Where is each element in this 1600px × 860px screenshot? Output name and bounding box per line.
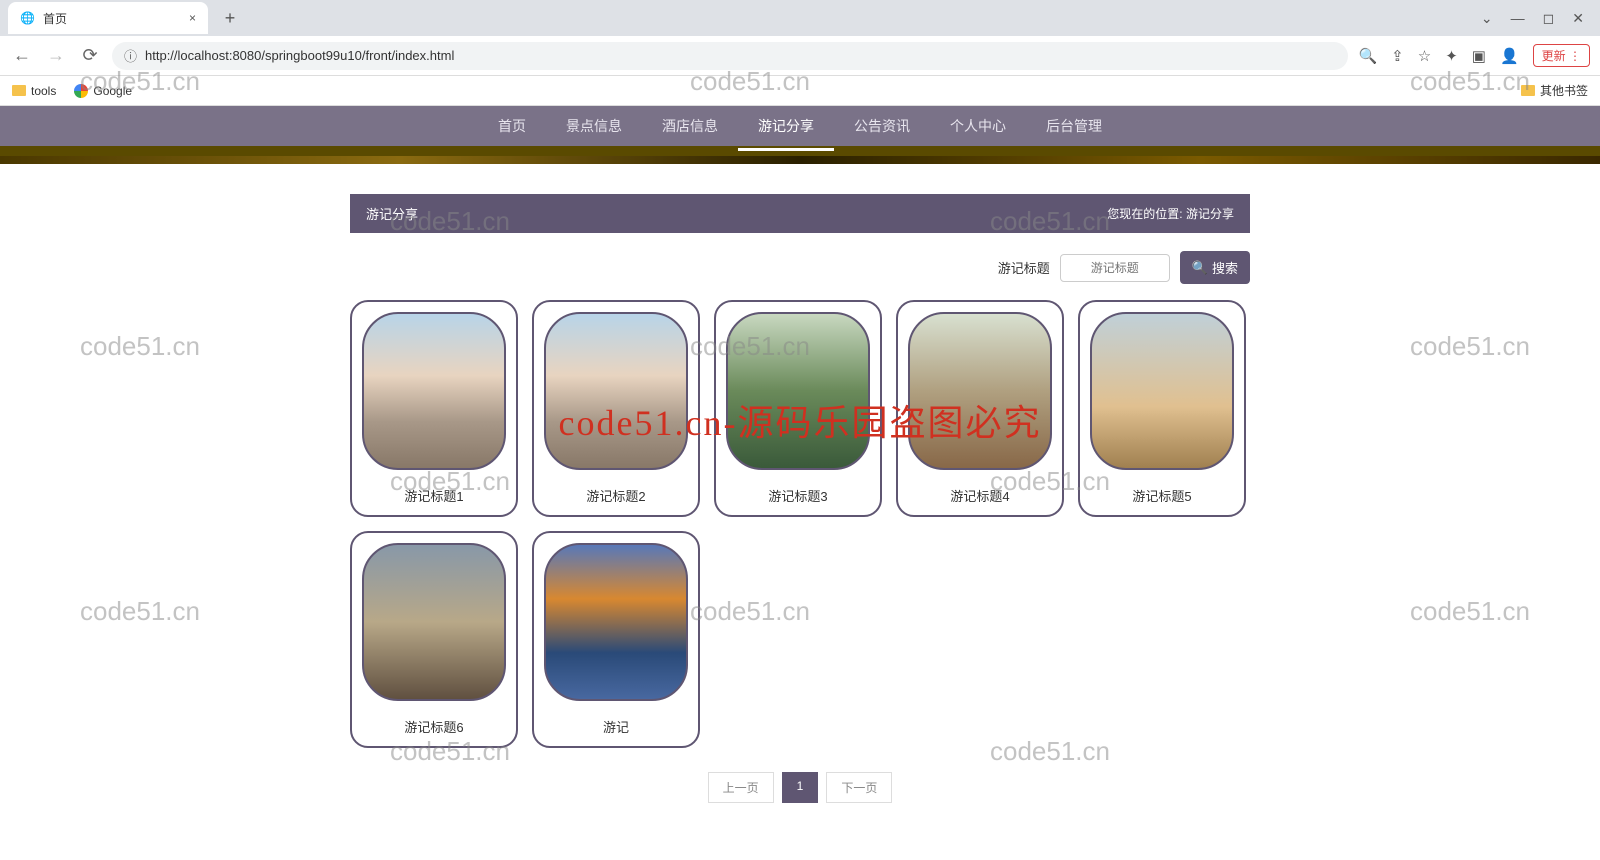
update-button[interactable]: 更新 ⋮ — [1533, 44, 1590, 67]
card-image — [544, 312, 688, 470]
breadcrumb: 游记分享 您现在的位置: 游记分享 — [350, 194, 1250, 233]
browser-chrome: 🌐 首页 × + ⌄ — ◻ ✕ ← → ⟳ ⓘ http://localhos… — [0, 0, 1600, 106]
travel-card[interactable]: 游记标题2 — [532, 300, 700, 517]
card-image — [362, 312, 506, 470]
page-title: 游记分享 — [366, 204, 418, 223]
folder-icon — [1521, 85, 1535, 96]
nav-item-1[interactable]: 景点信息 — [546, 101, 642, 151]
close-icon[interactable]: × — [189, 11, 196, 25]
card-image — [1090, 312, 1234, 470]
travel-card[interactable]: 游记标题1 — [350, 300, 518, 517]
window-controls: ⌄ — ◻ ✕ — [1481, 10, 1592, 27]
search-label: 游记标题 — [998, 258, 1050, 277]
google-icon — [74, 84, 88, 98]
card-title: 游记标题5 — [1090, 486, 1234, 505]
nav-item-0[interactable]: 首页 — [478, 101, 546, 151]
bookmark-google[interactable]: Google — [74, 84, 132, 98]
travel-card[interactable]: 游记标题6 — [350, 531, 518, 748]
nav-item-4[interactable]: 公告资讯 — [834, 101, 930, 151]
side-panel-icon[interactable]: ▣ — [1472, 47, 1486, 65]
nav-item-6[interactable]: 后台管理 — [1026, 101, 1122, 151]
forward-button[interactable]: → — [44, 45, 68, 66]
search-button[interactable]: 🔍 搜索 — [1180, 251, 1250, 284]
globe-icon: 🌐 — [20, 11, 35, 25]
maximize-icon[interactable]: ◻ — [1543, 10, 1555, 27]
card-title: 游记 — [544, 717, 688, 736]
prev-page-button[interactable]: 上一页 — [708, 772, 774, 803]
bookmark-star-icon[interactable]: ☆ — [1418, 47, 1431, 65]
card-title: 游记标题1 — [362, 486, 506, 505]
bookmark-tools[interactable]: tools — [12, 84, 56, 98]
breadcrumb-location: 您现在的位置: 游记分享 — [1107, 205, 1234, 222]
folder-icon — [12, 85, 26, 96]
breadcrumb-link[interactable]: 游记分享 — [1186, 207, 1234, 221]
nav-item-2[interactable]: 酒店信息 — [642, 101, 738, 151]
card-title: 游记标题3 — [726, 486, 870, 505]
watermark: code51.cn — [80, 596, 200, 627]
travel-card[interactable]: 游记标题4 — [896, 300, 1064, 517]
hero-banner — [0, 156, 1600, 164]
card-title: 游记标题2 — [544, 486, 688, 505]
travel-card[interactable]: 游记标题3 — [714, 300, 882, 517]
search-row: 游记标题 🔍 搜索 — [350, 251, 1250, 284]
card-image — [544, 543, 688, 701]
share-icon[interactable]: ⇪ — [1391, 47, 1404, 65]
site-info-icon[interactable]: ⓘ — [124, 46, 137, 65]
extensions-icon[interactable]: ✦ — [1445, 47, 1458, 65]
url-text: http://localhost:8080/springboot99u10/fr… — [145, 48, 454, 63]
card-title: 游记标题6 — [362, 717, 506, 736]
new-tab-button[interactable]: + — [216, 4, 244, 32]
profile-icon[interactable]: 👤 — [1500, 47, 1519, 65]
back-button[interactable]: ← — [10, 45, 34, 66]
reload-button[interactable]: ⟳ — [78, 45, 102, 66]
page-1-button[interactable]: 1 — [782, 772, 819, 803]
card-image — [726, 312, 870, 470]
next-page-button[interactable]: 下一页 — [826, 772, 892, 803]
watermark: code51.cn — [1410, 331, 1530, 362]
toolbar-icons: 🔍 ⇪ ☆ ✦ ▣ 👤 更新 ⋮ — [1358, 44, 1590, 67]
card-image — [908, 312, 1052, 470]
browser-toolbar: ← → ⟳ ⓘ http://localhost:8080/springboot… — [0, 36, 1600, 76]
tab-title: 首页 — [43, 10, 67, 27]
card-title: 游记标题4 — [908, 486, 1052, 505]
zoom-icon[interactable]: 🔍 — [1358, 47, 1377, 65]
minimize-icon[interactable]: — — [1511, 10, 1525, 27]
watermark: code51.cn — [1410, 596, 1530, 627]
tab-strip: 🌐 首页 × + ⌄ — ◻ ✕ — [0, 0, 1600, 36]
main-container: 游记分享 您现在的位置: 游记分享 游记标题 🔍 搜索 游记标题1游记标题2游记… — [350, 194, 1250, 803]
card-grid: 游记标题1 游记标题2 游记标题3 游记标题4 游记标题5 游记标题6 游记 — [350, 300, 1250, 748]
close-window-icon[interactable]: ✕ — [1572, 10, 1584, 27]
pagination: 上一页 1 下一页 — [350, 772, 1250, 803]
browser-tab[interactable]: 🌐 首页 × — [8, 2, 208, 34]
dropdown-icon[interactable]: ⌄ — [1481, 10, 1493, 27]
nav-item-5[interactable]: 个人中心 — [930, 101, 1026, 151]
url-bar[interactable]: ⓘ http://localhost:8080/springboot99u10/… — [112, 42, 1348, 70]
search-icon: 🔍 — [1192, 260, 1208, 276]
page-content: 首页景点信息酒店信息游记分享公告资讯个人中心后台管理 游记分享 您现在的位置: … — [0, 106, 1600, 803]
card-image — [362, 543, 506, 701]
travel-card[interactable]: 游记 — [532, 531, 700, 748]
bookmark-other[interactable]: 其他书签 — [1521, 82, 1588, 99]
main-nav: 首页景点信息酒店信息游记分享公告资讯个人中心后台管理 — [0, 106, 1600, 156]
search-input[interactable] — [1060, 254, 1170, 282]
travel-card[interactable]: 游记标题5 — [1078, 300, 1246, 517]
watermark: code51.cn — [80, 331, 200, 362]
nav-item-3[interactable]: 游记分享 — [738, 101, 834, 151]
